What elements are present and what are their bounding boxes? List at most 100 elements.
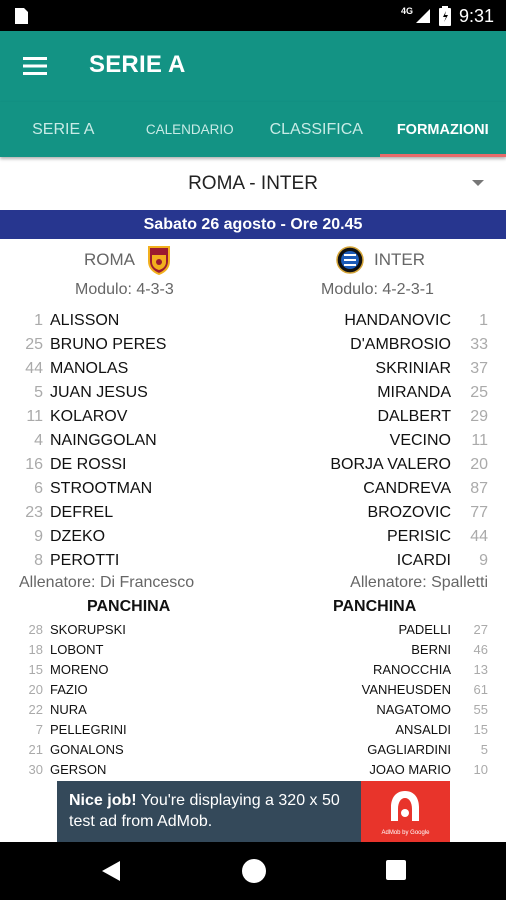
lineup-row: 16 DE ROSSI BORJA VALERO 20	[0, 453, 506, 477]
status-bar-right: 4G 9:31	[401, 4, 494, 28]
home-player-number: 9	[34, 528, 43, 545]
home-bench-name: NURA	[50, 702, 87, 717]
away-player-name: DALBERT	[377, 408, 451, 425]
away-player-name: CANDREVA	[363, 480, 451, 497]
away-coach: Allenatore: Spalletti	[350, 574, 488, 591]
lineup-row: 9 DZEKO PERISIC 44	[0, 525, 506, 549]
home-bench-number: 7	[35, 722, 43, 737]
admob-caption: AdMob by Google	[381, 830, 430, 836]
away-player-name: BORJA VALERO	[330, 456, 451, 473]
home-player-number: 11	[26, 408, 43, 425]
home-bench-number: 22	[28, 702, 43, 717]
tab-formazioni[interactable]: FORMAZIONI	[379, 102, 506, 157]
lineup-row: 25 BRUNO PERES D'AMBROSIO 33	[0, 333, 506, 357]
home-player-number: 8	[34, 552, 43, 569]
match-selector[interactable]: ROMA - INTER	[0, 160, 506, 208]
away-bench-number: 5	[480, 742, 488, 757]
home-bench-number: 21	[28, 742, 43, 757]
home-bench-name: PELLEGRINI	[50, 722, 127, 737]
home-player-name: KOLAROV	[50, 408, 128, 425]
home-player-name: BRUNO PERES	[50, 336, 167, 353]
home-player-number: 1	[34, 312, 43, 329]
away-player-name: D'AMBROSIO	[350, 336, 451, 353]
bench-row: 18 LOBONT BERNI 46	[0, 640, 506, 660]
lineup-row: 5 JUAN JESUS MIRANDA 25	[0, 381, 506, 405]
tab-serie-a[interactable]: SERIE A	[0, 102, 127, 157]
network-type: 4G	[400, 6, 413, 16]
back-icon[interactable]	[100, 859, 122, 883]
lineup-row: 44 MANOLAS SKRINIAR 37	[0, 357, 506, 381]
menu-icon[interactable]	[22, 53, 48, 79]
bench-row: 15 MORENO RANOCCHIA 13	[0, 660, 506, 680]
home-player-name: JUAN JESUS	[50, 384, 148, 401]
match-selector-value: ROMA - INTER	[188, 173, 318, 194]
away-bench-number: 46	[473, 642, 488, 657]
away-bench-title: PANCHINA	[333, 598, 417, 615]
recent-apps-icon[interactable]	[386, 860, 406, 880]
away-formation: Modulo: 4-2-3-1	[321, 281, 434, 298]
bench-list: 28 SKORUPSKI PADELLI 27 18 LOBONT BERNI …	[0, 620, 506, 775]
away-player-number: 29	[470, 408, 488, 425]
bench-row: 7 PELLEGRINI ANSALDI 15	[0, 720, 506, 740]
away-player-number: 33	[470, 336, 488, 353]
away-player-number: 1	[479, 312, 488, 329]
home-bench-name: GONALONS	[50, 742, 124, 757]
away-player-name: BROZOVIC	[367, 504, 451, 521]
ad-text-bold: Nice job!	[69, 792, 137, 809]
away-bench-name: JOAO MARIO	[369, 762, 451, 775]
away-bench-name: GAGLIARDINI	[367, 742, 451, 757]
tab-classifica[interactable]: CLASSIFICA	[253, 102, 380, 157]
away-player-number: 37	[470, 360, 488, 377]
roma-crest-icon	[148, 246, 170, 275]
away-bench-name: PADELLI	[398, 622, 451, 637]
away-player-number: 87	[470, 480, 488, 497]
bench-row: 30 GERSON JOAO MARIO 10	[0, 760, 506, 775]
home-bench-name: MORENO	[50, 662, 109, 677]
home-bench-number: 18	[28, 642, 43, 657]
home-bench-name: LOBONT	[50, 642, 104, 657]
lineup-row: 8 PEROTTI ICARDI 9	[0, 549, 506, 573]
home-player-name: ALISSON	[50, 312, 120, 329]
admob-logo: AdMob by Google	[361, 781, 450, 842]
away-bench-name: RANOCCHIA	[372, 662, 451, 677]
home-player-number: 23	[25, 504, 43, 521]
home-player-number: 16	[25, 456, 43, 473]
home-bench-number: 15	[28, 662, 43, 677]
lineup-row: 6 STROOTMAN CANDREVA 87	[0, 477, 506, 501]
home-player-number: 44	[25, 360, 43, 377]
home-player-name: STROOTMAN	[50, 480, 153, 497]
home-bench-name: GERSON	[50, 762, 107, 775]
bench-row: 22 NURA NAGATOMO 55	[0, 700, 506, 720]
home-bench-name: SKORUPSKI	[50, 622, 126, 637]
lineup-row: 4 NAINGGOLAN VECINO 11	[0, 429, 506, 453]
away-bench-name: ANSALDI	[395, 722, 451, 737]
away-player-number: 77	[470, 504, 488, 521]
away-team-name: INTER	[374, 250, 425, 269]
away-bench-number: 15	[473, 722, 488, 737]
ad-banner[interactable]: Nice job! You're displaying a 320 x 50 t…	[57, 781, 450, 842]
away-bench-name: VANHEUSDEN	[361, 682, 451, 697]
away-team-header: INTER	[336, 244, 425, 276]
home-bench-number: 28	[28, 622, 43, 637]
home-icon[interactable]	[242, 859, 266, 883]
tab-calendario[interactable]: CALENDARIO	[127, 102, 254, 157]
away-bench-number: 61	[473, 682, 488, 697]
away-player-number: 9	[479, 552, 488, 569]
lineup-row: 11 KOLAROV DALBERT 29	[0, 405, 506, 429]
document-icon	[15, 8, 28, 24]
away-player-name: HANDANOVIC	[344, 312, 451, 329]
home-formation: Modulo: 4-3-3	[75, 281, 174, 298]
away-player-name: SKRINIAR	[375, 360, 451, 377]
match-date-bar: Sabato 26 agosto - Ore 20.45	[0, 210, 506, 239]
lineup-row: 23 DEFREL BROZOVIC 77	[0, 501, 506, 525]
away-player-name: VECINO	[389, 432, 451, 449]
home-bench-title: PANCHINA	[87, 598, 171, 615]
home-player-number: 6	[34, 480, 43, 497]
signal-icon	[415, 9, 430, 23]
home-player-name: MANOLAS	[50, 360, 129, 377]
dropdown-icon	[472, 180, 484, 186]
battery-icon	[438, 6, 451, 26]
app-bar: SERIE A	[0, 31, 506, 102]
home-player-name: DE ROSSI	[50, 456, 127, 473]
admob-icon	[391, 791, 419, 821]
